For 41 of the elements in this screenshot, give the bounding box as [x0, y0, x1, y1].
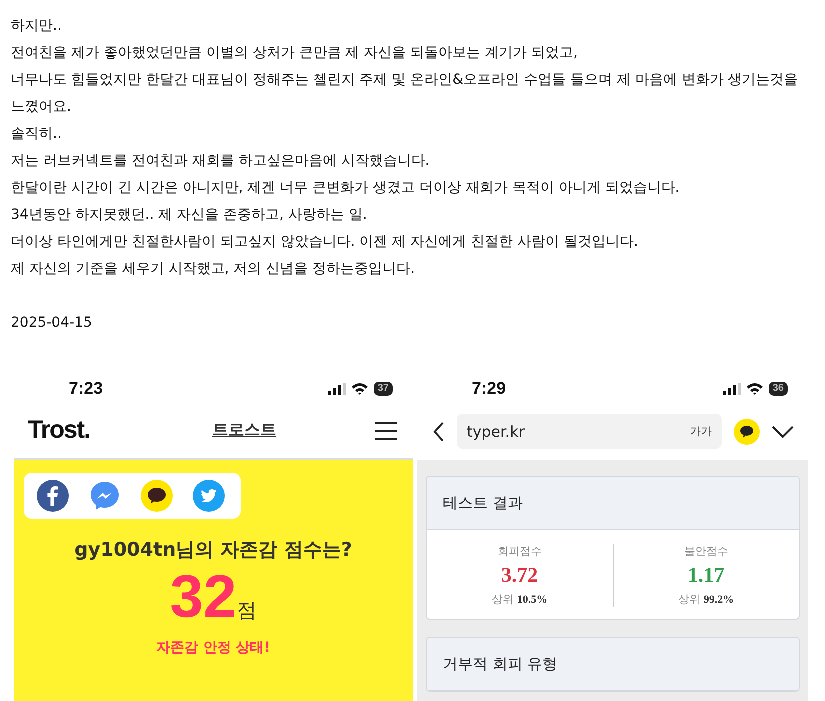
status-time: 7:23	[69, 379, 104, 399]
chat-bubble-icon[interactable]	[734, 418, 760, 444]
score-rank: 상위 99.2%	[678, 592, 734, 607]
score-label: 회피점수	[498, 544, 542, 559]
signal-icon	[328, 383, 346, 395]
score-value: 1.17	[688, 563, 725, 588]
menu-icon[interactable]	[374, 422, 397, 440]
post-text-line: 제 자신의 기준을 세우기 시작했고, 저의 신념을 정하는중입니다.	[11, 260, 416, 279]
twitter-bird-icon[interactable]	[193, 480, 225, 512]
score-value: 32	[170, 565, 237, 629]
result-question: gy1004tn님의 자존감 점수는?	[74, 538, 354, 563]
post-text-line: 한달이란 시간이 긴 시간은 아니지만, 제겐 너무 큰변화가 생겼고 더이상 재회가 목적이 아니게 되었습니다.	[11, 179, 681, 198]
post-text-line: 하지만..	[11, 17, 63, 36]
score-label: 불안점수	[684, 544, 728, 559]
post-text-line: 솔직히..	[11, 125, 63, 144]
post-date: 2025-04-15	[11, 314, 94, 333]
wifi-icon	[746, 383, 763, 395]
score-rank: 상위 10.5%	[492, 592, 548, 607]
score-unit: 점	[236, 597, 257, 624]
post-text-line: 34년동안 하지못했던.. 제 자신을 존중하고, 사랑하는 일.	[11, 206, 368, 225]
chevron-down-icon[interactable]	[772, 426, 794, 438]
chat-bubble-icon[interactable]	[141, 480, 173, 512]
post-text-line: 저는 러브커넥트를 전여친과 재회를 하고싶은마음에 시작했습니다.	[11, 152, 431, 171]
messenger-icon[interactable]	[89, 480, 121, 512]
logo[interactable]: Trost.	[28, 416, 90, 445]
wifi-icon	[352, 383, 368, 395]
card-title: 테스트 결과	[427, 477, 799, 530]
facebook-icon[interactable]	[37, 480, 69, 512]
score-value: 3.72	[501, 563, 538, 588]
card-title: 거부적 회피 유형	[427, 638, 799, 691]
header-title[interactable]: 트로스트	[212, 420, 277, 441]
battery-icon: 37	[374, 382, 393, 396]
post-text-line: 전여친을 제가 좋아했었던만큼 이별의 상처가 큰만큼 제 자신을 되돌아보는 계기가 되었고,	[11, 44, 579, 63]
result-status: 자존감 안정 상태!	[155, 639, 272, 657]
battery-icon: 36	[768, 382, 788, 396]
post-text-line: 더이상 타인에게만 친절한사람이 되고싶지 않았습니다. 이젠 제 자신에게 친절한 사람이 될것입니다.	[11, 233, 640, 252]
status-time: 7:29	[472, 379, 506, 399]
address-field[interactable]: typer.kr 가가	[457, 414, 722, 449]
back-icon[interactable]	[433, 422, 445, 442]
signal-icon	[722, 383, 741, 395]
post-text-line: 너무나도 힘들었지만 한달간 대표님이 정해주는 첼린지 주제 및 온라인&오프라인 수업들 들으며 제 마음에 변화가 생기는것을 느꼈어요.	[11, 71, 800, 117]
